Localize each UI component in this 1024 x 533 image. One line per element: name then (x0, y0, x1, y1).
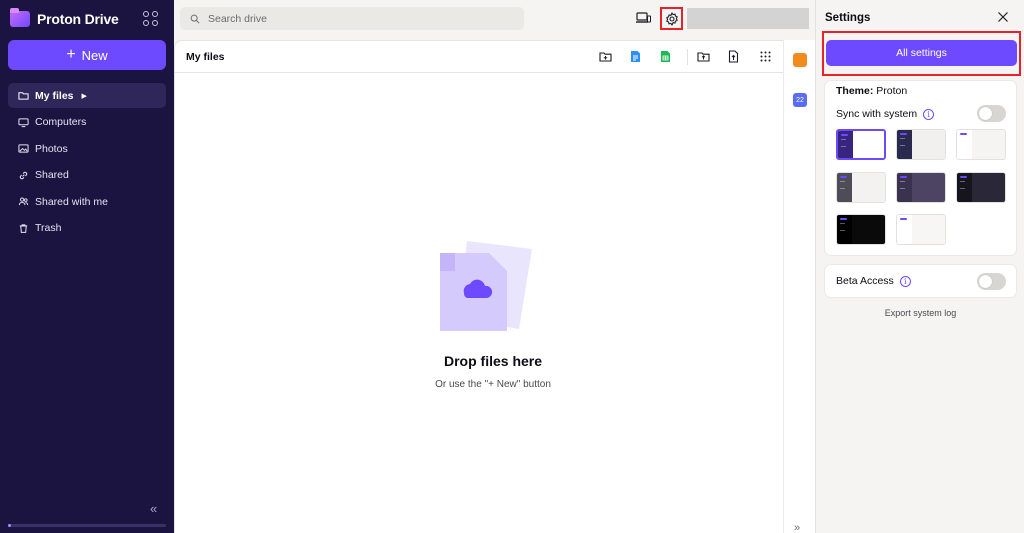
new-spreadsheet-icon[interactable] (659, 50, 672, 63)
expand-rail-icon[interactable]: » (794, 522, 800, 533)
sync-toggle[interactable] (977, 105, 1006, 122)
toolbar-divider (687, 49, 688, 65)
all-settings-highlight: All settings (822, 31, 1021, 76)
new-button[interactable]: + New (8, 40, 166, 70)
sidebar: Proton Drive + New My files ▶ Computers … (0, 0, 174, 533)
contacts-app-icon[interactable] (793, 53, 807, 67)
all-settings-button[interactable]: All settings (826, 40, 1017, 66)
search-icon (190, 14, 200, 24)
monitor-icon (18, 117, 29, 127)
sidebar-item-my-files[interactable]: My files ▶ (8, 83, 166, 108)
side-rail: 22 » (783, 40, 815, 533)
sidebar-nav: My files ▶ Computers Photos Shared Share… (8, 83, 166, 242)
theme-swatch-1[interactable] (836, 129, 886, 160)
theme-swatch-5[interactable] (896, 172, 946, 203)
theme-swatch-7[interactable] (836, 214, 886, 245)
sidebar-item-shared-with-me[interactable]: Shared with me (8, 189, 166, 214)
storage-progress-fill (8, 524, 12, 527)
beta-card: Beta Access i (824, 264, 1017, 298)
close-icon[interactable] (997, 11, 1009, 23)
beta-toggle[interactable] (977, 273, 1006, 290)
beta-label: Beta Access (836, 275, 894, 287)
theme-swatch-sidebar (838, 131, 853, 158)
new-document-icon[interactable] (629, 50, 642, 63)
sidebar-item-computers[interactable]: Computers (8, 110, 166, 135)
theme-swatch-main (853, 131, 884, 158)
sidebar-item-trash[interactable]: Trash (8, 216, 166, 241)
settings-drawer: Settings All settings Theme: Proton Sync… (815, 0, 1024, 533)
sync-label: Sync with system (836, 108, 918, 120)
main-panel: My files Drop files here Or use the "+ N… (174, 40, 811, 533)
info-icon[interactable]: i (899, 275, 911, 287)
empty-folder-illustration-icon (440, 241, 532, 331)
sidebar-item-photos[interactable]: Photos (8, 136, 166, 161)
calendar-app-icon[interactable]: 22 (793, 93, 807, 107)
upload-file-icon[interactable] (727, 50, 740, 63)
gear-icon (665, 11, 678, 26)
trash-icon (19, 223, 28, 233)
proton-drive-logo-icon (10, 8, 30, 27)
image-icon (18, 144, 29, 153)
new-button-label: New (81, 47, 108, 63)
new-folder-icon[interactable] (599, 50, 612, 63)
sidebar-item-label: Trash (35, 222, 62, 234)
brand[interactable]: Proton Drive (10, 8, 119, 29)
grid-view-icon[interactable] (759, 50, 772, 63)
theme-label: Theme: Proton (836, 85, 907, 97)
account-menu[interactable] (687, 8, 809, 29)
sync-row: Sync with system i (836, 108, 935, 120)
plus-icon: + (66, 46, 76, 63)
sidebar-item-label: Computers (35, 116, 87, 128)
sidebar-item-label: Photos (35, 142, 68, 155)
search-placeholder: Search drive (208, 12, 267, 25)
sidebar-item-label: Shared (35, 169, 69, 181)
empty-state-subtitle: Or use the "+ New" button (435, 379, 551, 390)
beta-row: Beta Access i (836, 275, 911, 287)
caret-right-icon[interactable]: ▶ (82, 92, 87, 100)
theme-swatch-3[interactable] (956, 129, 1006, 160)
export-system-log-link[interactable]: Export system log (816, 308, 1024, 318)
search-input[interactable]: Search drive (180, 7, 524, 30)
theme-label-key: Theme: (836, 85, 874, 97)
toolbar: My files (175, 41, 811, 73)
settings-button[interactable] (660, 7, 683, 30)
theme-swatch-2[interactable] (896, 129, 946, 160)
theme-card: Theme: Proton Sync with system i (824, 80, 1017, 256)
sidebar-item-shared[interactable]: Shared (8, 163, 166, 188)
storage-progress (8, 524, 166, 527)
sidebar-item-label: My files (35, 89, 74, 102)
theme-swatch-6[interactable] (956, 172, 1006, 203)
theme-swatch-8[interactable] (896, 214, 946, 245)
apps-grid-icon[interactable] (143, 11, 158, 26)
page-title: My files (186, 51, 225, 63)
link-icon (19, 171, 28, 179)
info-icon[interactable]: i (923, 108, 935, 120)
sidebar-item-label: Shared with me (35, 195, 108, 208)
app-name: Proton Drive (37, 11, 119, 27)
users-icon (18, 197, 29, 206)
collapse-sidebar-icon[interactable]: « (150, 501, 157, 516)
upload-folder-icon[interactable] (697, 50, 710, 63)
theme-swatch-4[interactable] (836, 172, 886, 203)
devices-icon[interactable] (636, 11, 651, 25)
drawer-title: Settings (825, 12, 871, 24)
empty-state-title: Drop files here (443, 353, 543, 369)
theme-label-value: Proton (876, 85, 908, 97)
folder-icon (18, 92, 29, 100)
